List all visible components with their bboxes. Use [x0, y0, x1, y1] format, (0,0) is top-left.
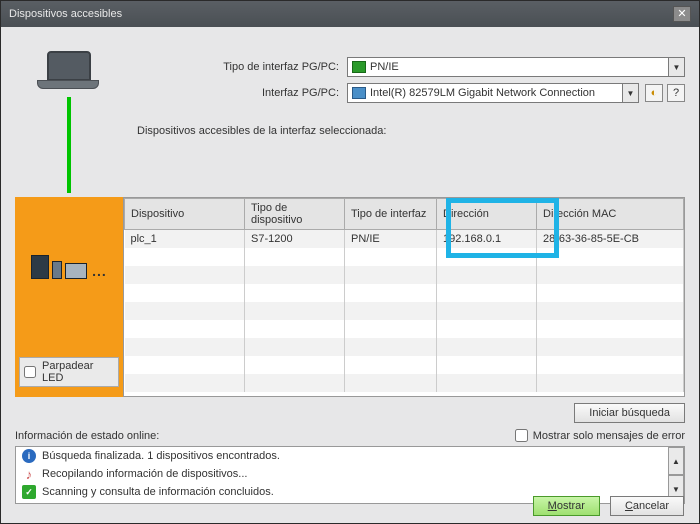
devices-icon: ...: [31, 255, 107, 279]
window-title: Dispositivos accesibles: [9, 8, 122, 20]
laptop-icon: [37, 51, 101, 95]
cell-device: plc_1: [125, 230, 245, 249]
log-text: Búsqueda finalizada. 1 dispositivos enco…: [42, 450, 280, 462]
cell-addr: 192.168.0.1: [437, 230, 537, 249]
log-text: Scanning y consulta de información concl…: [42, 486, 274, 498]
pgpc-type-value: PN/IE: [370, 61, 399, 73]
col-devtype[interactable]: Tipo de dispositivo: [245, 199, 345, 230]
blink-led-input[interactable]: [24, 366, 36, 378]
pgpc-type-select[interactable]: PN/IE ▼: [347, 57, 685, 77]
check-icon: ✓: [22, 485, 36, 499]
titlebar: Dispositivos accesibles ✕: [1, 1, 699, 27]
pgpc-if-value: Intel(R) 82579LM Gigabit Network Connect…: [370, 87, 595, 99]
blink-led-checkbox[interactable]: Parpadear LED: [19, 357, 119, 387]
filter-errors-label: Mostrar solo mensajes de error: [533, 430, 685, 442]
chevron-down-icon[interactable]: ▼: [622, 84, 638, 102]
info-icon: i: [22, 449, 36, 463]
col-mac[interactable]: Dirección MAC: [537, 199, 684, 230]
dialog-window: Dispositivos accesibles ✕ Tipo de interf…: [0, 0, 700, 524]
show-button[interactable]: Mostrar: [533, 496, 600, 516]
connection-line-icon: [67, 97, 71, 193]
blink-led-label: Parpadear LED: [42, 360, 114, 384]
cancel-button[interactable]: Cancelar: [610, 496, 684, 516]
pgpc-if-label: Interfaz PG/PC:: [137, 87, 347, 99]
progress-icon: ♪: [22, 467, 36, 481]
chevron-down-icon[interactable]: ▼: [668, 58, 684, 76]
pg-icon: [352, 61, 366, 73]
log-line: ♪ Recopilando información de dispositivo…: [16, 465, 684, 483]
close-icon[interactable]: ✕: [673, 6, 691, 22]
pgpc-type-label: Tipo de interfaz PG/PC:: [137, 61, 347, 73]
cell-devtype: S7-1200: [245, 230, 345, 249]
col-addr[interactable]: Dirección: [437, 199, 537, 230]
nic-icon: [352, 87, 366, 99]
status-header: Información de estado online:: [15, 430, 159, 442]
cell-iftype: PN/IE: [345, 230, 437, 249]
scroll-up-icon[interactable]: ▲: [668, 447, 684, 475]
cell-mac: 28-63-36-85-5E-CB: [537, 230, 684, 249]
log-text: Recopilando información de dispositivos.…: [42, 468, 247, 480]
log-line: i Búsqueda finalizada. 1 dispositivos en…: [16, 447, 684, 465]
pgpc-if-select[interactable]: Intel(R) 82579LM Gigabit Network Connect…: [347, 83, 639, 103]
table-row[interactable]: plc_1 S7-1200 PN/IE 192.168.0.1 28-63-36…: [125, 230, 684, 249]
filter-errors-checkbox[interactable]: Mostrar solo mensajes de error: [515, 429, 685, 442]
properties-icon[interactable]: ?: [667, 84, 685, 102]
col-device[interactable]: Dispositivo: [125, 199, 245, 230]
devices-table[interactable]: Dispositivo Tipo de dispositivo Tipo de …: [123, 197, 685, 397]
filter-errors-input[interactable]: [515, 429, 528, 442]
col-iftype[interactable]: Tipo de interfaz: [345, 199, 437, 230]
device-preview-panel: ... Parpadear LED: [15, 197, 123, 397]
diagram-column: [15, 37, 123, 193]
refresh-icon[interactable]: ◐: [645, 84, 663, 102]
start-search-button[interactable]: Iniciar búsqueda: [574, 403, 685, 423]
section-label: Dispositivos accesibles de la interfaz s…: [137, 125, 685, 137]
